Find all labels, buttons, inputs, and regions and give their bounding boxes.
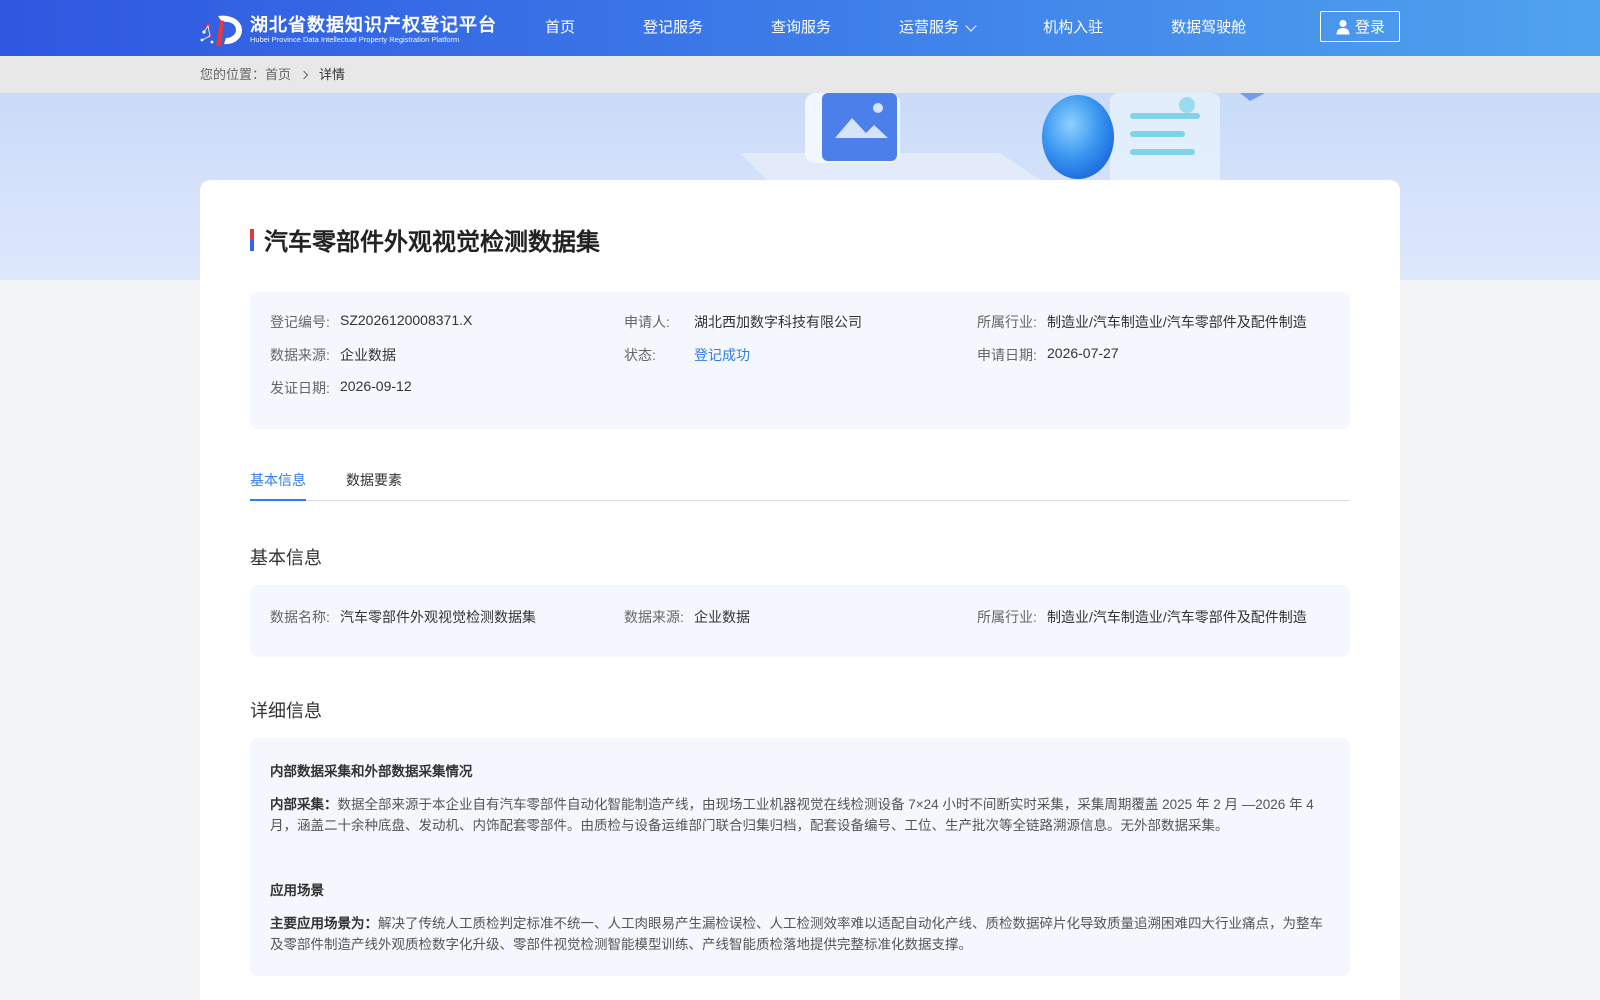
- scene-paragraph: 主要应用场景为：解决了传统人工质检判定标准不统一、人工肉眼易产生漏检误检、人工检…: [270, 913, 1330, 955]
- industry-value: 制造业/汽车制造业/汽车零部件及配件制造: [1047, 314, 1307, 330]
- basic-industry: 所属行业: 制造业/汽车制造业/汽车零部件及配件制造: [977, 607, 1309, 627]
- reg-no-label: 登记编号:: [270, 314, 330, 330]
- login-button[interactable]: 登录: [1320, 11, 1400, 42]
- title-row: 汽车零部件外观视觉检测数据集: [250, 222, 600, 257]
- applicant-label: 申请人:: [624, 314, 670, 330]
- summary-source: 数据来源: 企业数据: [270, 345, 396, 365]
- summary-apply-date: 申请日期: 2026-07-27: [977, 345, 1119, 365]
- chevron-right-icon: [299, 70, 309, 79]
- nav-institution[interactable]: 机构入驻: [1043, 0, 1103, 56]
- breadcrumb-home[interactable]: 首页: [265, 56, 291, 93]
- nav-home-label: 首页: [545, 19, 576, 36]
- nav-dashboard-label: 数据驾驶舱: [1171, 19, 1247, 36]
- nav-query-label: 查询服务: [771, 19, 832, 36]
- summary-status: 状态: 登记成功: [624, 345, 750, 365]
- basic-info-title: 基本信息: [250, 548, 322, 568]
- basic-industry-value: 制造业/汽车制造业/汽车零部件及配件制造: [1047, 609, 1307, 625]
- page-title: 汽车零部件外观视觉检测数据集: [264, 229, 600, 256]
- user-icon: [1336, 19, 1350, 34]
- basic-info-box: 数据名称: 汽车零部件外观视觉检测数据集 数据来源: 企业数据 所属行业: 制造…: [250, 585, 1350, 657]
- internal-text: 数据全部来源于本企业自有汽车零部件自动化智能制造产线，由现场工业机器视觉在线检测…: [270, 797, 1314, 833]
- summary-issue-date: 发证日期: 2026-09-12: [270, 378, 412, 398]
- summary-industry: 所属行业: 制造业/汽车制造业/汽车零部件及配件制造: [977, 312, 1309, 332]
- tab-basic-info[interactable]: 基本信息: [250, 467, 306, 501]
- summary-reg-no: 登记编号: SZ2026120008371.X: [270, 312, 472, 332]
- source-value: 企业数据: [340, 347, 396, 363]
- top-navbar: 湖北省数据知识产权登记平台 Hubei Province Data Intell…: [0, 0, 1600, 56]
- reg-no-value: SZ2026120008371.X: [340, 312, 473, 328]
- apply-date-label: 申请日期:: [977, 347, 1037, 363]
- collection-paragraph: 内部采集：数据全部来源于本企业自有汽车零部件自动化智能制造产线，由现场工业机器视…: [270, 794, 1330, 836]
- detail-tabs: 基本信息 数据要素: [250, 467, 1350, 501]
- issue-date-value: 2026-09-12: [340, 378, 412, 394]
- logo-title: 湖北省数据知识产权登记平台: [250, 15, 497, 35]
- logo-emblem-icon: [200, 15, 242, 46]
- basic-name: 数据名称: 汽车零部件外观视觉检测数据集: [270, 607, 536, 627]
- industry-label: 所属行业:: [977, 314, 1037, 330]
- data-name-value: 汽车零部件外观视觉检测数据集: [340, 609, 536, 625]
- breadcrumb-bar: 您的位置： 首页 详情: [0, 56, 1600, 93]
- detail-card: 汽车零部件外观视觉检测数据集 登记编号: SZ2026120008371.X 申…: [200, 180, 1400, 1000]
- status-label: 状态:: [624, 347, 656, 363]
- chevron-down-icon: [965, 19, 977, 32]
- data-name-label: 数据名称:: [270, 609, 330, 625]
- detail-info-box: 内部数据采集和外部数据采集情况 内部采集：数据全部来源于本企业自有汽车零部件自动…: [250, 738, 1350, 976]
- nav-dashboard[interactable]: 数据驾驶舱: [1171, 0, 1246, 56]
- basic-industry-label: 所属行业:: [977, 609, 1037, 625]
- internal-label: 内部采集：: [270, 797, 338, 812]
- nav-institution-label: 机构入驻: [1043, 19, 1104, 36]
- nav-operation-label: 运营服务: [899, 19, 960, 36]
- issue-date-label: 发证日期:: [270, 380, 330, 396]
- applicant-value: 湖北西加数字科技有限公司: [694, 314, 862, 330]
- summary-box: 登记编号: SZ2026120008371.X 申请人: 湖北西加数字科技有限公…: [250, 292, 1350, 429]
- login-label: 登录: [1354, 19, 1385, 36]
- breadcrumb-prefix: 您的位置：: [200, 67, 266, 82]
- nav-registration[interactable]: 登记服务: [643, 0, 703, 56]
- breadcrumb-current: 详情: [319, 67, 346, 82]
- status-badge: 登记成功: [694, 347, 750, 363]
- scene-text: 解决了传统人工质检判定标准不统一、人工肉眼易产生漏检误检、人工检测效率难以适配自…: [270, 916, 1323, 952]
- basic-source-label: 数据来源:: [624, 609, 684, 625]
- logo-subtitle: Hubei Province Data Intellectual Propert…: [250, 35, 460, 44]
- nav-operation[interactable]: 运营服务: [899, 0, 977, 56]
- basic-source-value: 企业数据: [694, 609, 750, 625]
- scene-heading: 应用场景: [270, 883, 324, 898]
- breadcrumb: 您的位置： 首页 详情: [200, 56, 345, 93]
- apply-date-value: 2026-07-27: [1047, 345, 1119, 361]
- source-label: 数据来源:: [270, 347, 330, 363]
- detail-info-title: 详细信息: [250, 701, 322, 721]
- main-nav: 首页 登记服务 查询服务 运营服务 机构入驻 数据驾驶舱: [545, 0, 1314, 56]
- scene-label: 主要应用场景为：: [270, 916, 378, 931]
- nav-home[interactable]: 首页: [545, 0, 575, 56]
- nav-registration-label: 登记服务: [643, 19, 704, 36]
- platform-logo[interactable]: 湖北省数据知识产权登记平台 Hubei Province Data Intell…: [198, 12, 497, 48]
- collection-heading: 内部数据采集和外部数据采集情况: [270, 764, 473, 779]
- tab-data-elements[interactable]: 数据要素: [346, 467, 402, 493]
- basic-source: 数据来源: 企业数据: [624, 607, 750, 627]
- nav-query[interactable]: 查询服务: [771, 0, 831, 56]
- title-flag-icon: [250, 228, 254, 251]
- summary-applicant: 申请人: 湖北西加数字科技有限公司: [624, 312, 862, 332]
